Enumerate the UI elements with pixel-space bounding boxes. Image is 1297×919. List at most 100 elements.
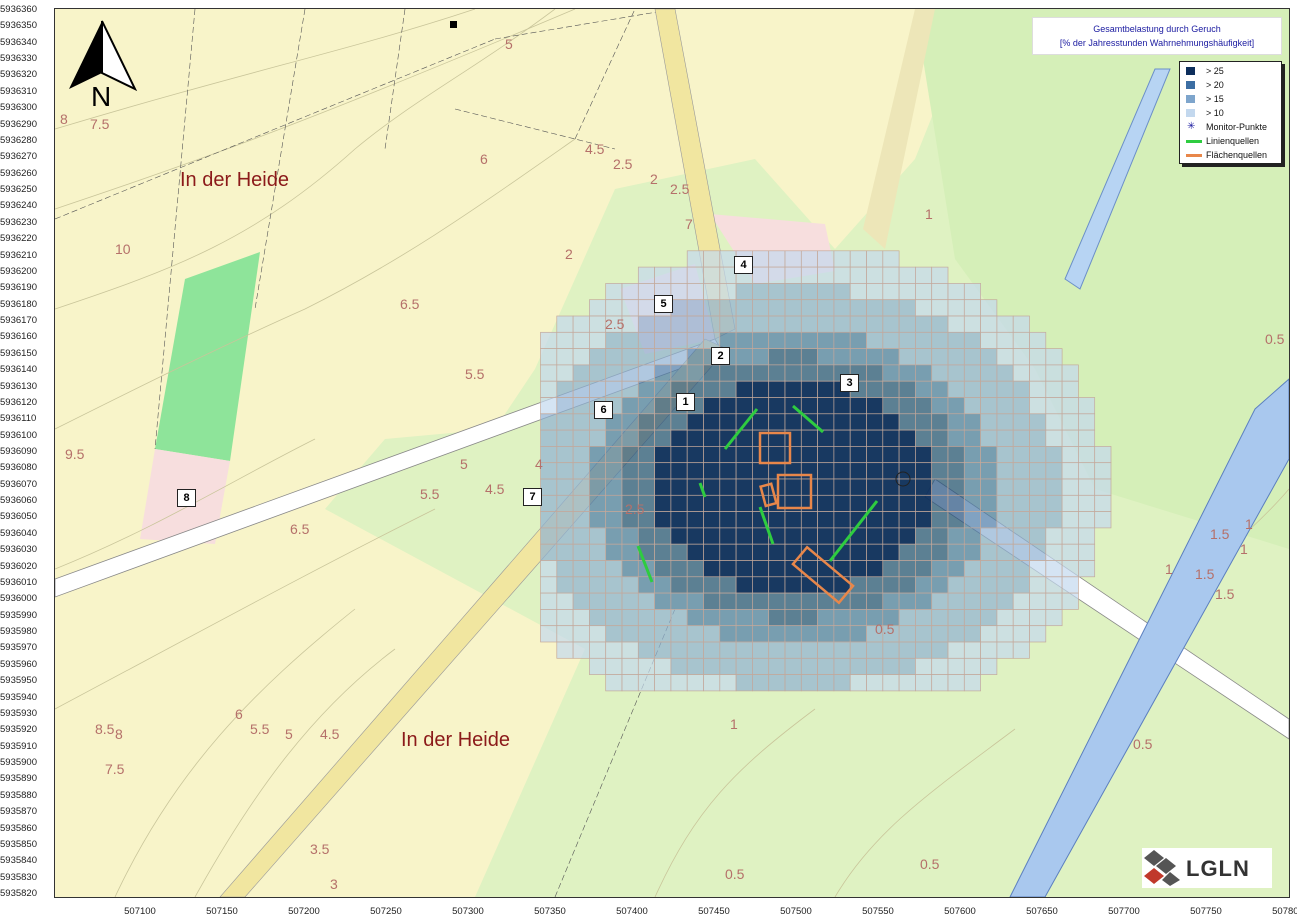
y-axis-tick-label: 5935890 <box>0 773 37 785</box>
odour-grid-cell <box>605 364 623 382</box>
odour-grid-cell <box>963 380 981 398</box>
odour-grid-cell <box>980 397 998 415</box>
odour-grid-cell <box>703 609 721 627</box>
odour-grid-cell <box>915 462 933 480</box>
odour-grid-cell <box>817 364 835 382</box>
y-axis-tick-label: 5936290 <box>0 118 37 130</box>
odour-grid-cell <box>963 331 981 349</box>
monitor-point-5[interactable]: 5 <box>654 295 673 313</box>
odour-grid-cell <box>784 462 802 480</box>
x-axis-tick-label: 507300 <box>452 906 484 917</box>
odour-grid-cell <box>898 543 916 561</box>
odour-grid-cell <box>947 299 965 317</box>
odour-grid-cell <box>996 397 1014 415</box>
odour-grid-cell <box>849 657 867 675</box>
odour-grid-cell <box>637 625 655 643</box>
map-frame[interactable]: 5 7.5 8 6 4.5 2.5 2 2.5 7 10 6.5 5.5 2 2.5 1 9.5 5 4.5 5.5… <box>54 8 1290 898</box>
odour-grid-cell <box>670 446 688 464</box>
odour-grid-cell <box>980 380 998 398</box>
y-axis-tick-label: 5936260 <box>0 167 37 179</box>
odour-grid-cell <box>963 299 981 317</box>
odour-grid-cell <box>589 625 607 643</box>
monitor-point-3[interactable]: 3 <box>840 374 859 392</box>
odour-grid-cell <box>931 657 949 675</box>
odour-grid-cell <box>898 576 916 594</box>
odour-grid-cell <box>931 315 949 333</box>
odour-grid-cell <box>1029 364 1047 382</box>
y-axis-tick-label: 5935880 <box>0 789 37 801</box>
x-axis-tick-label: 507150 <box>206 906 238 917</box>
odour-grid-cell <box>686 657 704 675</box>
monitor-point-4[interactable]: 4 <box>734 256 753 274</box>
odour-grid-cell <box>735 543 753 561</box>
odour-grid-cell <box>735 299 753 317</box>
odour-grid-cell <box>882 348 900 366</box>
monitor-point-7[interactable]: 7 <box>523 488 542 506</box>
odour-grid-cell <box>1012 380 1030 398</box>
odour-grid-cell <box>1061 560 1079 578</box>
odour-grid-cell <box>866 348 884 366</box>
odour-grid-cell <box>768 413 786 431</box>
odour-grid-cell <box>996 413 1014 431</box>
odour-grid-cell <box>654 446 672 464</box>
odour-grid-cell <box>654 478 672 496</box>
odour-grid-cell <box>980 446 998 464</box>
odour-grid-cell <box>833 266 851 284</box>
odour-grid-cell <box>817 380 835 398</box>
odour-grid-cell <box>800 657 818 675</box>
odour-grid-cell <box>931 609 949 627</box>
monitor-point-6[interactable]: 6 <box>594 401 613 419</box>
x-axis-tick-label: 507550 <box>862 906 894 917</box>
odour-grid-cell <box>1012 446 1030 464</box>
odour-grid-cell <box>621 348 639 366</box>
monitor-point-1[interactable]: 1 <box>676 393 695 411</box>
odour-grid-cell <box>784 299 802 317</box>
odour-grid-cell <box>540 560 558 578</box>
odour-grid-cell <box>686 641 704 659</box>
odour-grid-cell <box>882 641 900 659</box>
odour-grid-cell <box>947 641 965 659</box>
odour-grid-cell <box>654 527 672 545</box>
contour-label: 9.5 <box>65 446 85 462</box>
odour-grid-cell <box>572 641 590 659</box>
odour-grid-cell <box>963 511 981 529</box>
odour-grid-cell <box>784 641 802 659</box>
odour-grid-cell <box>686 576 704 594</box>
odour-grid-cell <box>898 674 916 692</box>
odour-grid-cell <box>1012 641 1030 659</box>
odour-grid-cell <box>719 674 737 692</box>
legend-title: Gesamtbelastung durch Geruch <box>1093 24 1221 34</box>
odour-grid-cell <box>556 315 574 333</box>
odour-grid-cell <box>703 299 721 317</box>
odour-grid-cell <box>980 543 998 561</box>
odour-grid-cell <box>703 543 721 561</box>
odour-grid-cell <box>931 429 949 447</box>
legend-label: Monitor-Punkte <box>1206 122 1268 132</box>
odour-grid-cell <box>670 560 688 578</box>
odour-grid-cell <box>963 641 981 659</box>
odour-grid-cell <box>670 478 688 496</box>
odour-grid-cell <box>898 413 916 431</box>
legend-swatch <box>1186 95 1195 103</box>
contour-label: 1 <box>1245 516 1253 532</box>
odour-grid-cell <box>621 462 639 480</box>
monitor-point-8[interactable]: 8 <box>177 489 196 507</box>
contour-label: 1.5 <box>1215 586 1235 602</box>
monitor-point-2[interactable]: 2 <box>711 347 730 365</box>
odour-grid-cell <box>784 413 802 431</box>
y-axis-tick-label: 5936090 <box>0 445 37 457</box>
odour-grid-cell <box>686 331 704 349</box>
odour-grid-cell <box>1012 511 1030 529</box>
odour-grid-cell <box>882 446 900 464</box>
odour-grid-cell <box>1061 527 1079 545</box>
odour-grid-cell <box>752 315 770 333</box>
map-canvas[interactable]: 5 7.5 8 6 4.5 2.5 2 2.5 7 10 6.5 5.5 2 2.5 1 9.5 5 4.5 5.5… <box>55 9 1289 897</box>
odour-grid-cell <box>833 250 851 268</box>
odour-grid-cell <box>866 315 884 333</box>
odour-grid-cell <box>1061 543 1079 561</box>
odour-grid-cell <box>768 380 786 398</box>
odour-grid-cell <box>1045 478 1063 496</box>
odour-grid-cell <box>947 315 965 333</box>
odour-grid-cell <box>849 543 867 561</box>
odour-grid-cell <box>915 331 933 349</box>
